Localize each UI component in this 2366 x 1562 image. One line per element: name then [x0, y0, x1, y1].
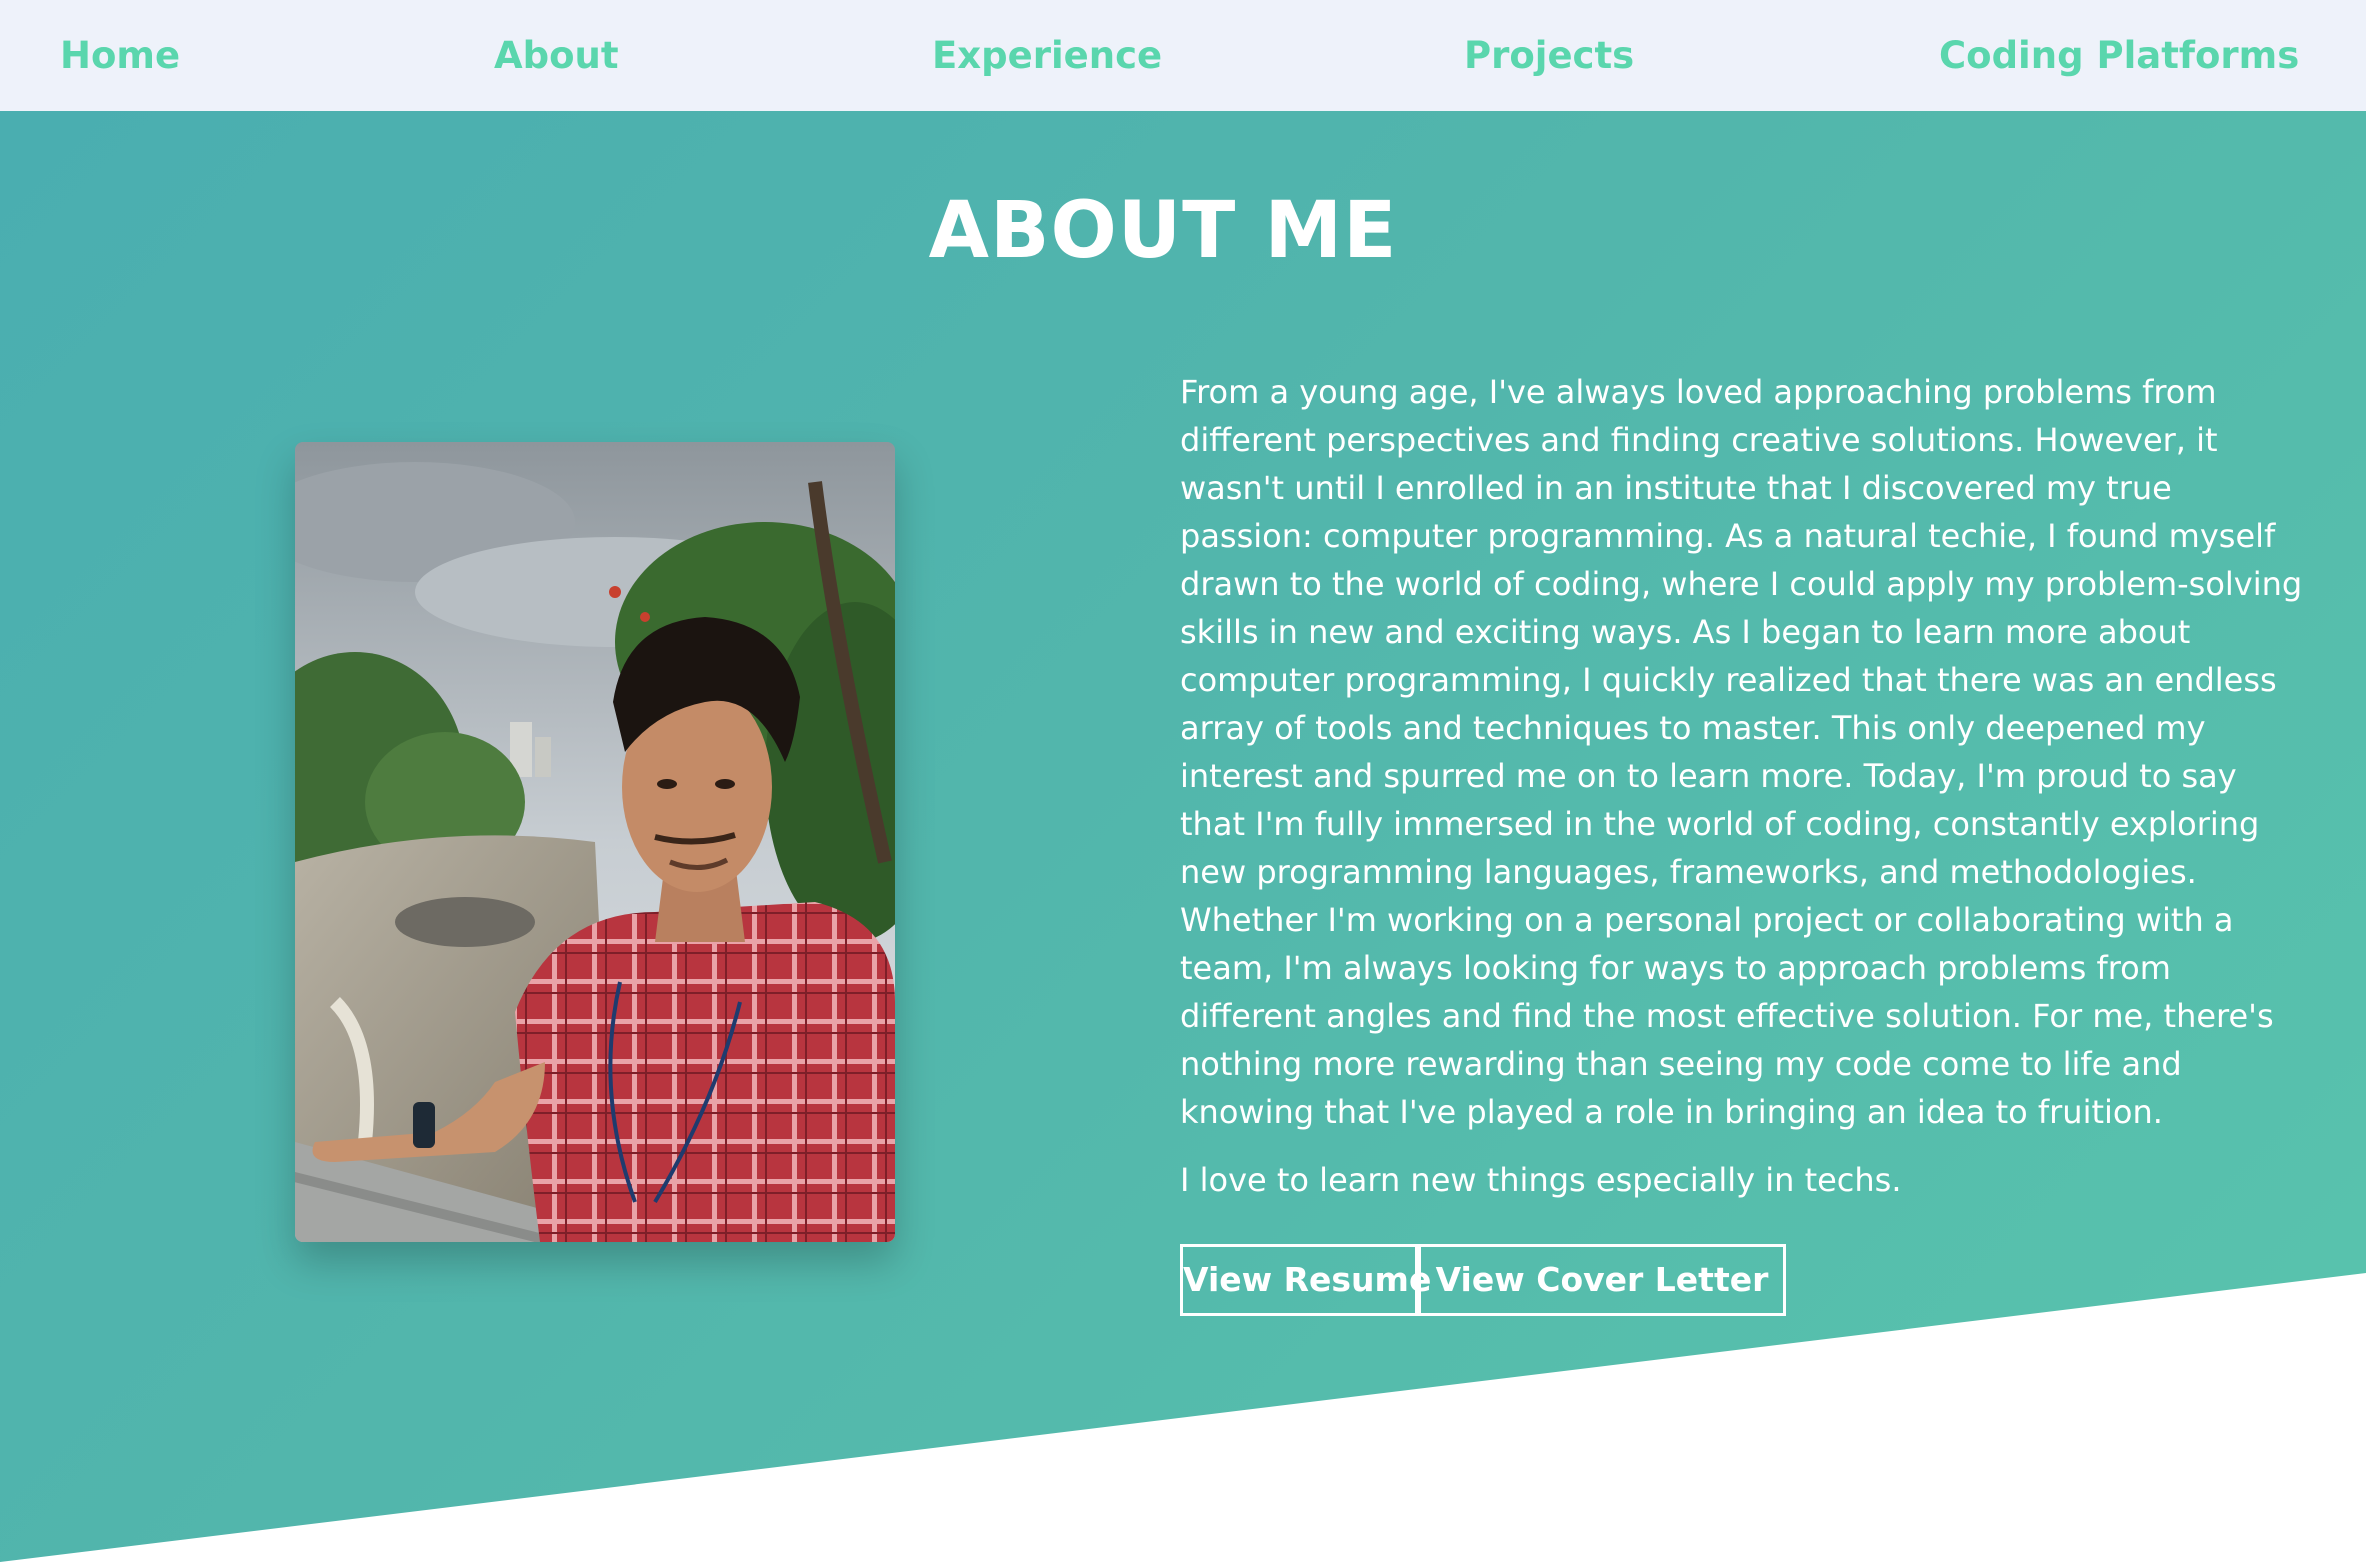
- nav-home-link[interactable]: Home: [60, 0, 180, 111]
- about-paragraph: From a young age, I've always loved appr…: [1180, 373, 2303, 1131]
- profile-photo-illustration: [295, 442, 895, 1242]
- nav-experience-link[interactable]: Experience: [932, 0, 1162, 111]
- top-navbar: Home About Experience Projects Coding Pl…: [0, 0, 2366, 111]
- about-description: From a young age, I've always loved appr…: [1180, 368, 2310, 1204]
- nav-about-link[interactable]: About: [494, 0, 619, 111]
- portfolio-page: Home About Experience Projects Coding Pl…: [0, 0, 2366, 1562]
- document-buttons: View Resume View Cover Letter: [1180, 1244, 1786, 1316]
- section-title: ABOUT ME: [928, 186, 1398, 276]
- view-resume-button[interactable]: View Resume: [1180, 1244, 1431, 1316]
- view-cover-letter-button[interactable]: View Cover Letter: [1418, 1244, 1786, 1316]
- about-paragraph-short: I love to learn new things especially in…: [1180, 1161, 1902, 1199]
- profile-photo: [295, 442, 895, 1242]
- nav-projects-link[interactable]: Projects: [1464, 0, 1634, 111]
- nav-coding-platforms-link[interactable]: Coding Platforms: [1939, 0, 2299, 111]
